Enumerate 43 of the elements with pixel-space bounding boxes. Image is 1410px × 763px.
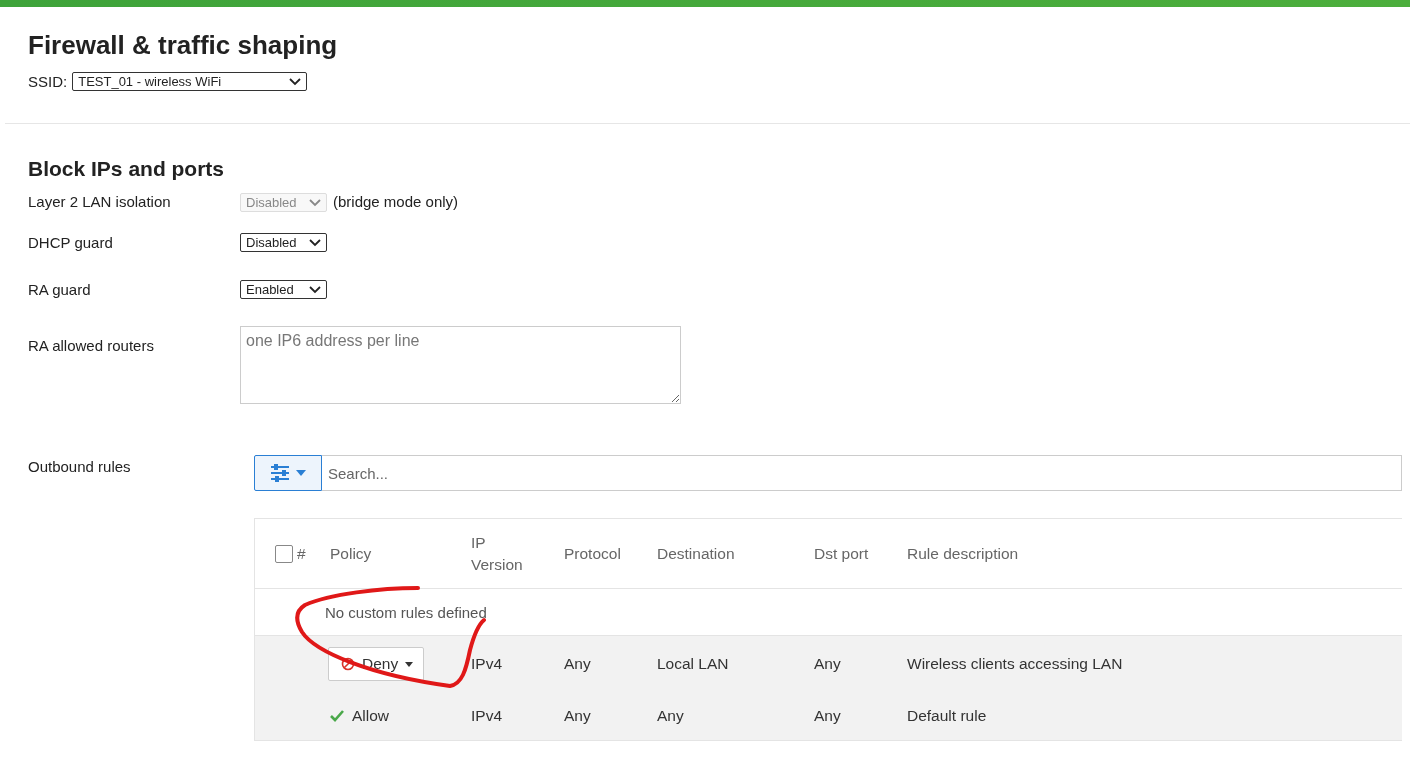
table-cell: Any bbox=[564, 707, 591, 725]
chevron-down-icon bbox=[289, 77, 302, 86]
search-field[interactable]: Search... bbox=[322, 455, 1402, 491]
field-label: DHCP guard bbox=[28, 233, 114, 253]
select-all-checkbox[interactable] bbox=[275, 544, 293, 563]
column-header: IP Version bbox=[471, 532, 524, 575]
sliders-icon bbox=[270, 464, 290, 482]
chevron-down-icon bbox=[309, 238, 321, 247]
table-cell: Any bbox=[564, 655, 591, 673]
field-label: Layer 2 LAN isolation bbox=[28, 192, 172, 212]
column-header: Destination bbox=[657, 543, 735, 564]
table-cell: Any bbox=[814, 655, 841, 673]
chevron-down-icon bbox=[309, 285, 321, 294]
table-cell: Any bbox=[657, 707, 684, 725]
field-label: Outbound rules bbox=[28, 457, 132, 477]
table-cell: Any bbox=[814, 707, 841, 725]
dropdown-select[interactable]: Disabled bbox=[240, 233, 327, 252]
filter-button[interactable] bbox=[254, 455, 322, 491]
section-title: Block IPs and ports bbox=[28, 156, 226, 182]
column-header: Rule description bbox=[907, 543, 1019, 564]
column-header: Protocol bbox=[564, 543, 621, 564]
column-header: Policy bbox=[330, 543, 372, 564]
table-cell: Wireless clients accessing LAN bbox=[907, 655, 1123, 673]
table-cell: Local LAN bbox=[657, 655, 729, 673]
field-label: RA guard bbox=[28, 280, 92, 300]
prohibited-icon bbox=[341, 657, 355, 671]
policy-label: Allow bbox=[352, 707, 390, 725]
ssid-select[interactable]: TEST_01 - wireless WiFi bbox=[72, 72, 308, 91]
hint-text: (bridge mode only) bbox=[333, 192, 459, 212]
table-cell: IPv4 bbox=[471, 655, 502, 673]
dropdown-select[interactable]: Enabled bbox=[240, 280, 327, 299]
table-cell: Default rule bbox=[907, 707, 987, 725]
column-header: # bbox=[297, 543, 306, 564]
field-label: SSID: bbox=[28, 73, 68, 90]
column-header: Dst port bbox=[814, 543, 869, 564]
chevron-down-icon bbox=[309, 197, 321, 207]
page-title: Firewall & traffic shaping bbox=[28, 29, 339, 61]
caret-down-icon bbox=[296, 470, 306, 476]
table-cell: IPv4 bbox=[471, 707, 502, 725]
checkmark-icon bbox=[330, 709, 344, 723]
field-label: RA allowed routers bbox=[28, 336, 155, 356]
caret-down-icon bbox=[405, 661, 414, 667]
text-area-field[interactable]: one IP6 address per line bbox=[240, 326, 681, 404]
